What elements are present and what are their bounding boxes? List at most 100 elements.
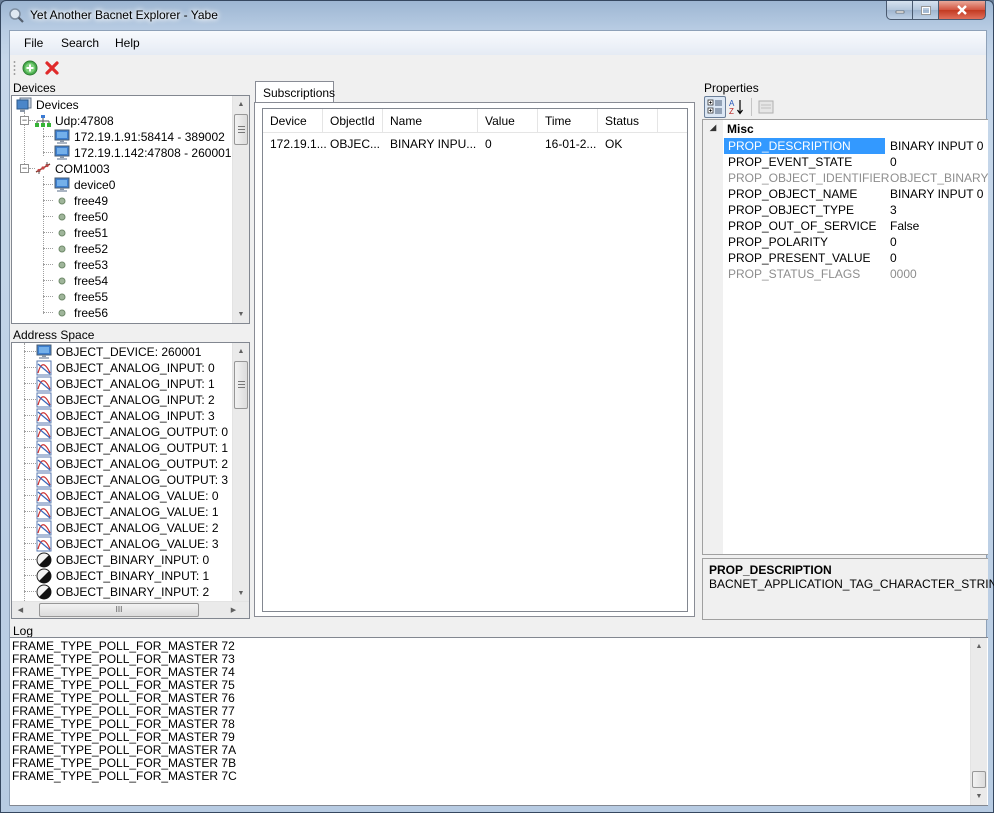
tree-node-device[interactable]: 172.19.1.142:47808 - 260001 — [54, 145, 231, 161]
address-space-item[interactable]: OBJECT_ANALOG_INPUT: 1 — [36, 376, 215, 392]
address-space-item[interactable]: OBJECT_BINARY_INPUT: 2 — [36, 584, 209, 600]
column-header-device[interactable]: Device — [263, 109, 323, 133]
cell-device: 172.19.1... — [270, 137, 327, 151]
scroll-down-arrow[interactable]: ▼ — [233, 585, 249, 602]
tree-node-com[interactable]: COM1003 — [35, 161, 110, 177]
column-header-value[interactable]: Value — [478, 109, 538, 133]
column-header-status[interactable]: Status — [598, 109, 658, 133]
address-space-item[interactable]: OBJECT_ANALOG_VALUE: 3 — [36, 536, 219, 552]
property-value[interactable]: 0 — [889, 234, 897, 250]
scroll-up-arrow[interactable]: ▲ — [233, 96, 249, 113]
column-header-objectid[interactable]: ObjectId — [323, 109, 383, 133]
add-device-button[interactable] — [21, 59, 39, 77]
alphabetical-button[interactable]: A Z — [726, 96, 748, 118]
address-hscrollbar[interactable]: ◀ III ▶ — [12, 601, 249, 618]
tree-node-free-address[interactable]: free52 — [54, 241, 108, 257]
tree-root-devices[interactable]: Devices — [16, 97, 79, 113]
property-pages-button[interactable] — [755, 96, 777, 118]
property-row[interactable]: PROP_OBJECT_IDENTIFIEROBJECT_BINARY_INPU… — [723, 170, 988, 186]
tab-subscriptions[interactable]: Subscriptions — [255, 81, 335, 103]
property-value[interactable]: 3 — [889, 202, 897, 218]
property-row[interactable]: PROP_PRESENT_VALUE 0 — [723, 250, 988, 266]
log-textbox[interactable]: FRAME_TYPE_POLL_FOR_MASTER 72 FRAME_TYPE_… — [10, 637, 988, 806]
address-space-item[interactable]: OBJECT_ANALOG_OUTPUT: 1 — [36, 440, 228, 456]
property-row[interactable]: PROP_OBJECT_TYPE 3 — [723, 202, 988, 218]
address-space-item[interactable]: OBJECT_ANALOG_INPUT: 3 — [36, 408, 215, 424]
address-space-item[interactable]: OBJECT_ANALOG_OUTPUT: 2 — [36, 456, 228, 472]
property-value[interactable]: BINARY INPUT 0 — [889, 186, 983, 202]
category-misc[interactable]: ◢ Misc — [703, 122, 988, 138]
collapse-toggle[interactable]: − — [20, 116, 29, 125]
address-space-item[interactable]: OBJECT_ANALOG_VALUE: 1 — [36, 504, 219, 520]
property-row[interactable]: PROP_OBJECT_NAME BINARY INPUT 0 — [723, 186, 988, 202]
minimize-button[interactable] — [886, 1, 913, 20]
scroll-thumb[interactable] — [234, 361, 248, 409]
menu-search[interactable]: Search — [61, 36, 99, 50]
tree-node-device[interactable]: 172.19.1.91:58414 - 389002 — [54, 129, 225, 145]
close-icon — [957, 5, 967, 15]
property-row[interactable]: PROP_STATUS_FLAGS 0000 — [723, 266, 988, 282]
menu-file[interactable]: File — [24, 36, 43, 50]
scroll-thumb[interactable] — [972, 771, 986, 788]
tree-node-free-address[interactable]: free51 — [54, 225, 108, 241]
tree-node-free-address[interactable]: free56 — [54, 305, 108, 321]
property-name: PROP_OUT_OF_SERVICE — [728, 219, 877, 233]
collapse-toggle[interactable]: − — [20, 164, 29, 173]
property-grid[interactable]: ◢ Misc PROP_DESCRIPTION BINARY INPUT 0 PRO… — [702, 119, 988, 555]
collapse-triangle-icon[interactable]: ◢ — [710, 123, 716, 132]
property-value[interactable]: 0 — [889, 154, 897, 170]
address-space-item[interactable]: OBJECT_ANALOG_VALUE: 2 — [36, 520, 219, 536]
tree-line — [24, 591, 36, 592]
scroll-right-arrow[interactable]: ▶ — [225, 602, 242, 618]
add-icon — [22, 60, 38, 76]
address-space-item[interactable]: OBJECT_ANALOG_INPUT: 2 — [36, 392, 215, 408]
address-space-item[interactable]: OBJECT_BINARY_INPUT: 0 — [36, 552, 209, 568]
column-header-name[interactable]: Name — [383, 109, 478, 133]
property-row[interactable]: PROP_EVENT_STATE 0 — [723, 154, 988, 170]
address-space-item[interactable]: OBJECT_ANALOG_VALUE: 0 — [36, 488, 219, 504]
property-row[interactable]: PROP_OUT_OF_SERVICE False — [723, 218, 988, 234]
scroll-up-arrow[interactable]: ▲ — [233, 343, 249, 360]
address-space-item[interactable]: OBJECT_ANALOG_INPUT: 0 — [36, 360, 215, 376]
remove-device-button[interactable] — [43, 59, 61, 77]
scroll-thumb[interactable]: III — [39, 603, 199, 617]
subscriptions-list[interactable]: Device ObjectId Name Value Time Status 1… — [262, 108, 688, 612]
tree-line — [24, 351, 36, 352]
scroll-left-arrow[interactable]: ◀ — [12, 602, 29, 618]
tree-node-free-address[interactable]: free53 — [54, 257, 108, 273]
property-value[interactable]: 0 — [889, 250, 897, 266]
tree-node-free-address[interactable]: free50 — [54, 209, 108, 225]
tree-node-device[interactable]: device0 — [54, 177, 115, 193]
scroll-down-arrow[interactable]: ▼ — [971, 788, 987, 805]
address-space-item[interactable]: OBJECT_ANALOG_OUTPUT: 3 — [36, 472, 228, 488]
devices-tree[interactable]: Devices − Udp:47808 172.19.1.91:58414 - … — [11, 95, 250, 324]
tree-node-free-address[interactable]: free55 — [54, 289, 108, 305]
devices-vscrollbar[interactable]: ▲ ▼ — [232, 96, 249, 323]
tree-node-free-address[interactable]: free49 — [54, 193, 108, 209]
tree-node-udp[interactable]: Udp:47808 — [35, 113, 114, 129]
address-space-item[interactable]: OBJECT_DEVICE: 260001 — [36, 344, 201, 360]
column-header-time[interactable]: Time — [538, 109, 598, 133]
close-button[interactable] — [939, 1, 986, 20]
tree-line — [24, 399, 36, 400]
scroll-thumb[interactable] — [234, 114, 248, 145]
address-space-item[interactable]: OBJECT_BINARY_INPUT: 1 — [36, 568, 209, 584]
tree-node-free-address[interactable]: free54 — [54, 273, 108, 289]
maximize-button[interactable] — [913, 1, 939, 20]
scroll-up-arrow[interactable]: ▲ — [971, 638, 987, 655]
property-row[interactable]: PROP_POLARITY 0 — [723, 234, 988, 250]
property-row[interactable]: PROP_DESCRIPTION BINARY INPUT 0 — [723, 138, 988, 154]
property-value[interactable]: BINARY INPUT 0 — [889, 138, 983, 154]
toolbar-grip[interactable] — [13, 60, 16, 76]
property-value[interactable]: False — [889, 218, 919, 234]
address-space-item[interactable]: OBJECT_ANALOG_OUTPUT: 0 — [36, 424, 228, 440]
item-label: OBJECT_ANALOG_INPUT: 2 — [56, 393, 215, 407]
menu-help[interactable]: Help — [115, 36, 140, 50]
categorized-button[interactable] — [704, 96, 726, 118]
scroll-down-arrow[interactable]: ▼ — [233, 306, 249, 323]
address-vscrollbar[interactable]: ▲ ▼ — [232, 343, 249, 602]
address-space-tree[interactable]: OBJECT_DEVICE: 260001 OBJECT_ANALOG_INPUT… — [11, 342, 250, 619]
title-bar[interactable]: Yet Another Bacnet Explorer - Yabe — [1, 1, 993, 30]
tree-line — [24, 575, 36, 576]
log-vscrollbar[interactable]: ▲ ▼ — [970, 638, 987, 805]
